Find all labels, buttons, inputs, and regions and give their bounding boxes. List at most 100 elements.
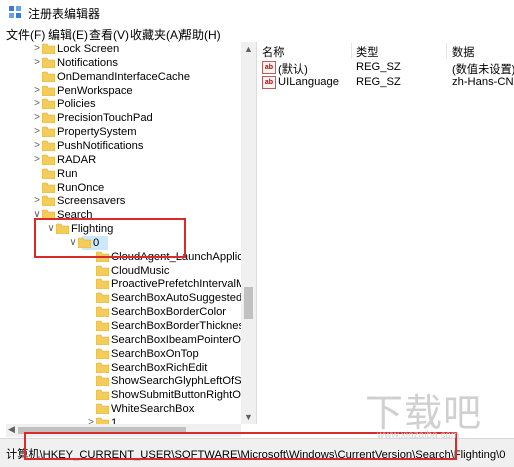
tree-item-label: ShowSearchGlyphLeftOfSea [111,375,255,388]
tree-item[interactable]: > PenWorkspace [6,84,256,98]
tree-item[interactable]: > Screensavers [6,194,256,208]
scroll-up-icon[interactable]: ▲ [244,44,253,54]
value-data: (数值未设置) [452,64,514,76]
chevron-right-icon[interactable]: > [32,56,42,70]
folder-icon [42,126,55,138]
folder-icon [96,292,109,304]
menu-edit[interactable]: 编辑(E) [48,26,88,43]
chevron-right-icon[interactable]: > [32,97,42,111]
highlight-box-flighting [34,218,186,258]
tree-item-label: SearchBoxAutoSuggestedF [111,292,250,305]
value-data: zh-Hans-CN [452,76,514,88]
folder-icon [96,403,109,415]
tree-item-label: Lock Screen [57,43,120,55]
folder-icon [42,57,55,68]
folder-icon [96,348,109,359]
reg-sz-icon: ab [262,61,276,74]
menu-favorites[interactable]: 收藏夹(A) [130,26,182,43]
folder-icon [42,71,55,82]
chevron-right-icon[interactable]: > [32,194,42,208]
chevron-right-icon[interactable]: > [86,416,96,424]
tree-item-label: CloudMusic [111,264,170,277]
folder-icon [96,376,109,387]
regedit-icon [9,6,21,18]
watermark-url: www.xiazaiba.com [377,430,460,441]
tree-item[interactable]: >1 [6,416,256,424]
tree-item[interactable]: > PushNotifications [6,139,256,153]
chevron-right-icon[interactable]: > [32,125,42,139]
folder-icon [96,279,109,290]
tree-item-label: SearchBoxIbeamPointerOnł [111,333,250,346]
tree-item[interactable]: RunOnce [6,181,256,195]
folder-icon [96,306,109,318]
tree-item[interactable]: SearchBoxAutoSuggestedF [6,291,256,305]
scroll-left-icon[interactable]: ◀ [8,424,15,435]
menu-help[interactable]: 帮助(H) [180,26,221,43]
tree-item[interactable]: > Policies [6,97,256,111]
chevron-right-icon[interactable]: > [32,111,42,125]
folder-icon [96,334,109,345]
menu-file[interactable]: 文件(F) [6,26,45,43]
column-divider[interactable] [351,43,352,59]
value-type: REG_SZ [356,76,401,88]
menu-view[interactable]: 查看(V) [89,26,129,43]
tree-item-label: Policies [57,98,96,111]
value-type: REG_SZ [356,61,401,73]
watermark-text: 下载吧 [365,391,483,435]
tree-item[interactable]: ProactivePrefetchIntervalMi [6,277,256,291]
tree-item-label: SearchBoxOnTop [111,347,199,360]
tree-item-label: RunOnce [57,181,105,194]
chevron-right-icon[interactable]: > [32,139,42,153]
folder-icon [42,182,55,193]
tree-item-label: Screensavers [57,195,126,208]
tree-item[interactable]: ShowSearchGlyphLeftOfSea [6,374,256,388]
title-bar: 注册表编辑器 [0,0,514,24]
tree-item-label: PrecisionTouchPad [57,112,153,125]
tree-item-label: OnDemandInterfaceCache [57,70,191,83]
tree-item[interactable]: SearchBoxIbeamPointerOnł [6,333,256,347]
folder-icon [96,362,109,373]
folder-icon [96,389,109,401]
tree-item-label: WhiteSearchBox [111,403,195,416]
column-divider[interactable] [446,43,447,59]
column-header-name[interactable]: 名称 [262,44,284,60]
chevron-right-icon[interactable]: > [32,42,42,56]
tree-item[interactable]: > Notifications [6,56,256,70]
tree-vertical-scrollbar[interactable]: ▲ ▼ [241,42,256,424]
column-header-data[interactable]: 数据 [452,44,474,60]
chevron-right-icon[interactable]: > [32,84,42,98]
tree-item[interactable]: > RADAR [6,153,256,167]
folder-icon [96,265,109,276]
tree-item-label: SearchBoxBorderThickness [111,320,250,332]
scroll-down-icon[interactable]: ▼ [244,412,253,422]
tree-item[interactable]: > PrecisionTouchPad [6,111,256,125]
tree-item[interactable]: OnDemandInterfaceCache [6,70,256,84]
folder-icon [42,43,55,54]
tree-item[interactable]: SearchBoxBorderThickness [6,319,256,333]
tree-item-label: PenWorkspace [57,84,133,97]
watermark: 下载吧 www.xiazaiba.com [357,378,507,448]
folder-icon [42,154,55,165]
chevron-right-icon[interactable]: > [32,153,42,167]
tree-item-label: SearchBoxRichEdit [111,361,208,374]
tree-item-label: 1 [111,416,118,424]
tree-item[interactable]: WhiteSearchBox [6,402,256,416]
tree-item[interactable]: ShowSubmitButtonRightOfS [6,388,256,402]
folder-icon [96,320,109,331]
window-title: 注册表编辑器 [28,7,101,21]
tree-item-label: ProactivePrefetchIntervalMi [111,278,248,291]
folder-icon [42,140,55,151]
tree-item-label: SearchBoxBorderColor [111,306,227,319]
tree-item[interactable]: > Lock Screen [6,42,256,56]
tree-item[interactable]: SearchBoxOnTop [6,347,256,361]
tree-item[interactable]: SearchBoxBorderColor [6,305,256,319]
scrollbar-thumb[interactable] [244,287,253,319]
folder-icon [42,99,55,110]
folder-icon [42,85,55,96]
tree-item[interactable]: SearchBoxRichEdit [6,361,256,375]
tree-item[interactable]: > PropertySystem [6,125,256,139]
tree-item[interactable]: CloudMusic [6,264,256,278]
tree-item[interactable]: Run [6,167,256,181]
folder-icon [96,417,109,424]
column-header-type[interactable]: 类型 [356,44,378,60]
